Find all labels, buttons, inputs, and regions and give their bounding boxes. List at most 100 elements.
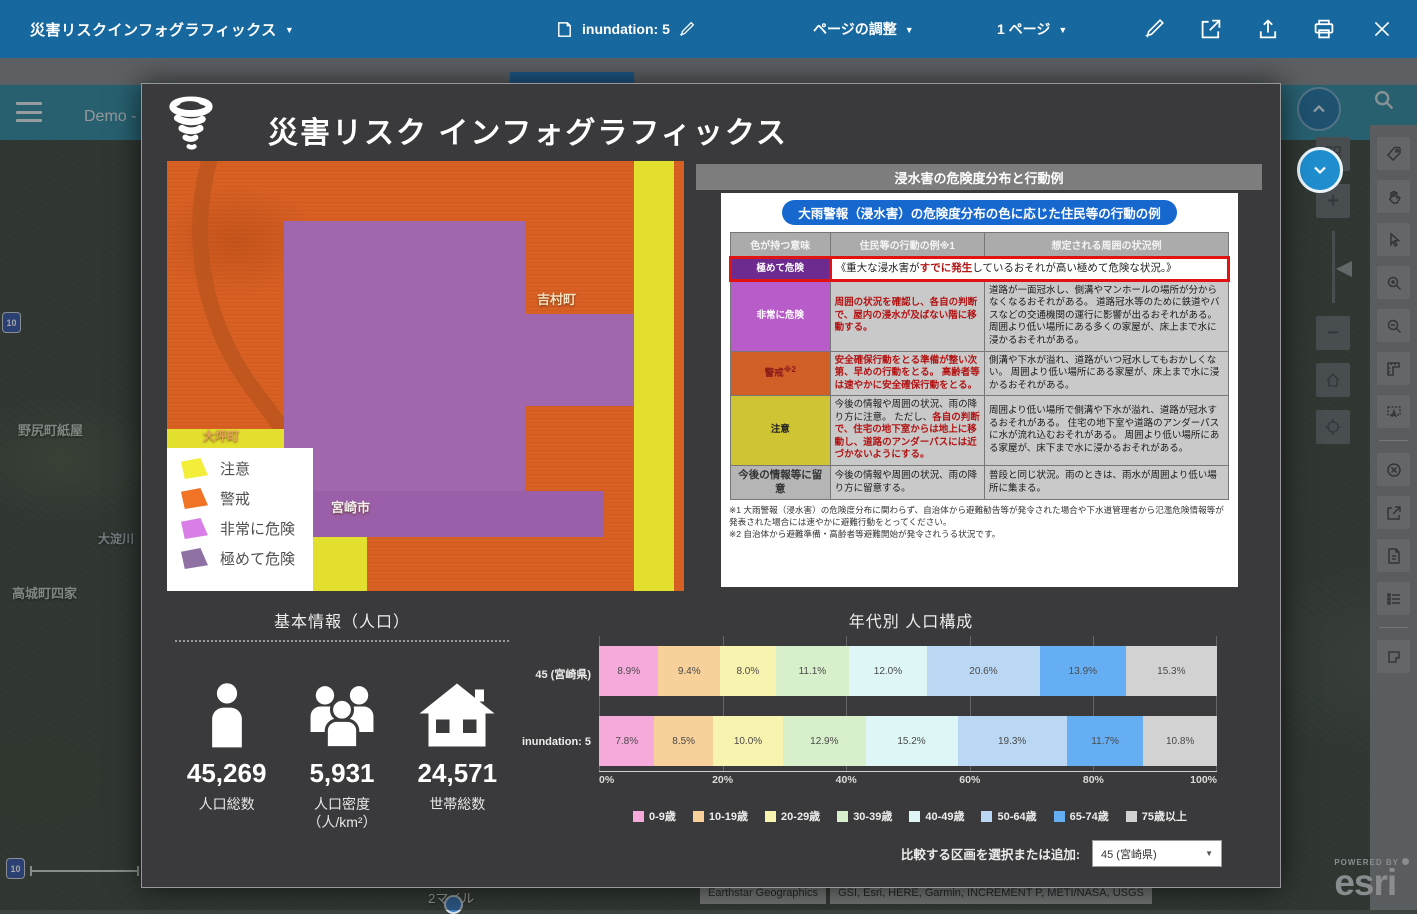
legend-item: 注意 bbox=[181, 458, 313, 479]
stat-label: 人口総数 bbox=[199, 795, 255, 813]
risk-table-header-row: 色が持つ意味 住民等の行動の例※1 想定される周囲の状況例 bbox=[731, 233, 1229, 258]
risk-table-subtitle: 大雨警報（浸水害）の危険度分布の色に応じた住民等の行動の例 bbox=[782, 200, 1177, 225]
risk-text: 《重大な浸水害が bbox=[836, 262, 920, 274]
risk-action-text: 今後の情報や周囲の状況、雨の降り方に留意する。 bbox=[830, 465, 984, 500]
risk-row-extreme: 極めて危険 《重大な浸水害がすでに発生しているおそれが高い極めて危険な状況。》 bbox=[731, 258, 1229, 281]
stat-value: 45,269 bbox=[187, 758, 267, 789]
compare-zone-label: 比較する区画を選択または追加: bbox=[901, 844, 1080, 863]
bar-segment: 13.9% bbox=[1040, 646, 1126, 696]
risk-action-text: 周囲の状況を確認し、各自の判断で、屋内の浸水が及ばない階に移動する。 bbox=[835, 297, 978, 333]
legend-item: 非常に危険 bbox=[181, 518, 313, 539]
bar-segment: 8.9% bbox=[599, 646, 658, 696]
bar-category-label: 45 (宮崎県) bbox=[479, 666, 591, 682]
report-page-icon bbox=[555, 20, 574, 39]
axis-tick-label: 20% bbox=[712, 774, 733, 786]
footnote-2: ※2 自治体から避難準備・高齢者等避難開始が発令されうる状況です。 bbox=[729, 529, 1230, 541]
close-button[interactable] bbox=[1366, 14, 1398, 44]
chevron-down-icon: ▼ bbox=[1058, 25, 1067, 35]
page-select-menu[interactable]: 1 ページ ▼ bbox=[997, 0, 1067, 58]
share-upload-button[interactable] bbox=[1252, 14, 1284, 44]
legend-chip bbox=[981, 811, 992, 822]
stat-label: 世帯総数 bbox=[429, 795, 485, 813]
chevron-down-icon: ▼ bbox=[1205, 849, 1213, 858]
risk-row-stay-informed: 今後の情報等に留意 今後の情報や周囲の状況、雨の降り方に留意する。 普段と同じ状… bbox=[731, 465, 1229, 500]
axis-tick-label: 0% bbox=[599, 774, 614, 786]
risk-text: しているおそれが高い極めて危険な状況。》 bbox=[972, 262, 1176, 274]
compare-zone-select[interactable]: 45 (宮崎県) ▼ bbox=[1092, 840, 1222, 867]
legend-swatch-warning bbox=[181, 488, 208, 509]
topbar-title: 災害リスクインフォグラフィックス bbox=[30, 19, 277, 40]
bar-segment: 15.3% bbox=[1126, 646, 1217, 696]
edit-button[interactable] bbox=[1138, 14, 1170, 44]
risk-situation-text: 普段と同じ状況。雨のときは、雨水が周囲より低い場所に集まる。 bbox=[984, 465, 1228, 500]
expand-panel-button[interactable] bbox=[1297, 147, 1343, 193]
bar-segment: 11.1% bbox=[776, 646, 849, 696]
legend-swatch-very-dangerous bbox=[181, 518, 208, 539]
legend-swatch-caution bbox=[181, 458, 208, 479]
risk-text-emphasis: すでに発生 bbox=[920, 262, 973, 274]
stat-population-density: 5,931 人口密度（人/km²） bbox=[284, 658, 399, 831]
infographic-title-menu[interactable]: 災害リスクインフォグラフィックス ▼ bbox=[30, 0, 294, 58]
page-select-label: 1 ページ bbox=[997, 19, 1050, 39]
legend-label: 警戒 bbox=[220, 488, 250, 509]
stat-value: 24,571 bbox=[418, 758, 498, 789]
page-adjust-menu[interactable]: ページの調整 ▼ bbox=[813, 0, 914, 58]
stat-total-population: 45,269 人口総数 bbox=[169, 658, 284, 831]
chart-legend: 0-9歳 10-19歳 20-29歳 30-39歳 40-49歳 50-64歳 … bbox=[590, 808, 1230, 824]
legend-label: 非常に危険 bbox=[220, 518, 295, 539]
bar-segment: 8.0% bbox=[720, 646, 776, 696]
risk-situation-text: 側溝や下水が溢れ、道路がいつ冠水してもおかしくない。 周囲より低い場所にある家屋… bbox=[984, 351, 1228, 396]
bar-segment: 10.8% bbox=[1143, 716, 1217, 766]
infographic-dialog: 災害リスク インフォグラフィックス 吉村町 宮崎市 大坪町 注意 警戒 bbox=[141, 83, 1281, 888]
axis-tick-label: 80% bbox=[1083, 774, 1104, 786]
legend-chip bbox=[693, 811, 704, 822]
print-button[interactable] bbox=[1308, 14, 1340, 44]
chart-legend-item: 75歳以上 bbox=[1126, 808, 1187, 824]
risk-level-cell: 今後の情報等に留意 bbox=[731, 465, 831, 500]
legend-chip bbox=[633, 811, 644, 822]
legend-item: 警戒 bbox=[181, 488, 313, 509]
bar-segment: 10.0% bbox=[713, 716, 783, 766]
map-zone-extreme bbox=[284, 221, 526, 501]
risk-level-cell: 非常に危険 bbox=[731, 280, 831, 351]
stat-label: 人口密度（人/km²） bbox=[307, 795, 376, 831]
footnote-1: ※1 大雨警報（浸水害）の危険度分布に関わらず、自治体から避難勧告等が発令された… bbox=[729, 505, 1230, 528]
people-group-icon bbox=[304, 658, 380, 750]
chart-legend-item: 50-64歳 bbox=[981, 808, 1036, 824]
legend-label: 極めて危険 bbox=[220, 548, 295, 569]
edit-pencil-icon[interactable] bbox=[678, 21, 695, 38]
map-zone-caution bbox=[634, 161, 674, 591]
bar-segment: 20.6% bbox=[927, 646, 1040, 696]
compare-zone-value: 45 (宮崎県) bbox=[1101, 846, 1157, 862]
bar-segment: 12.9% bbox=[783, 716, 865, 766]
axis-tick-label: 100% bbox=[1190, 774, 1217, 786]
column-header: 色が持つ意味 bbox=[731, 233, 831, 258]
tornado-icon bbox=[166, 96, 216, 156]
map-legend: 注意 警戒 非常に危険 極めて危険 bbox=[167, 448, 313, 591]
risk-action-table: 色が持つ意味 住民等の行動の例※1 想定される周囲の状況例 極めて危険 《重大な… bbox=[729, 232, 1230, 500]
bar-segment: 7.8% bbox=[599, 716, 654, 766]
chart-legend-item: 0-9歳 bbox=[633, 808, 676, 824]
risk-row-warning: 警戒※2 安全確保行動をとる準備が整い次第、早めの行動をとる。 高齢者等は速やか… bbox=[731, 351, 1229, 396]
risk-situation-text: 道路が一面冠水し、側溝やマンホールの場所が分からなくなるおそれがある。 道路冠水… bbox=[984, 280, 1228, 351]
risk-table-panel: 大雨警報（浸水害）の危険度分布の色に応じた住民等の行動の例 色が持つ意味 住民等… bbox=[721, 193, 1238, 587]
legend-label: 注意 bbox=[220, 458, 250, 479]
stats-divider bbox=[175, 640, 509, 642]
column-header: 想定される周囲の状況例 bbox=[984, 233, 1228, 258]
risk-description-cell: 《重大な浸水害がすでに発生しているおそれが高い極めて危険な状況。》 bbox=[830, 258, 1228, 281]
risk-row-caution: 注意 今後の情報や周囲の状況、雨の降り方に注意。 ただし、各自の判断で、住宅の地… bbox=[731, 396, 1229, 466]
legend-item: 極めて危険 bbox=[181, 548, 313, 569]
page-adjust-label: ページの調整 bbox=[813, 19, 897, 39]
risk-row-very-dangerous: 非常に危険 周囲の状況を確認し、各自の判断で、屋内の浸水が及ばない階に移動する。… bbox=[731, 280, 1229, 351]
print-preview-topbar: 災害リスクインフォグラフィックス ▼ inundation: 5 ページの調整 … bbox=[0, 0, 1417, 58]
export-button[interactable] bbox=[1195, 14, 1227, 44]
bar-segment: 8.5% bbox=[654, 716, 712, 766]
person-icon bbox=[200, 658, 254, 750]
chart-legend-item: 10-19歳 bbox=[693, 808, 748, 824]
stacked-bar: 7.8% 8.5% 10.0% 12.9% 15.2% 19.3% 11.7% … bbox=[599, 716, 1217, 766]
legend-chip bbox=[1054, 811, 1065, 822]
document-label: inundation: 5 bbox=[582, 21, 670, 37]
risk-situation-text: 周囲より低い場所で側溝や下水が溢れ、道路が冠水するおそれがある。 住宅の地下室や… bbox=[984, 396, 1228, 466]
compare-zone-row: 比較する区画を選択または追加: 45 (宮崎県) ▼ bbox=[602, 840, 1222, 867]
document-label-group: inundation: 5 bbox=[555, 0, 695, 58]
